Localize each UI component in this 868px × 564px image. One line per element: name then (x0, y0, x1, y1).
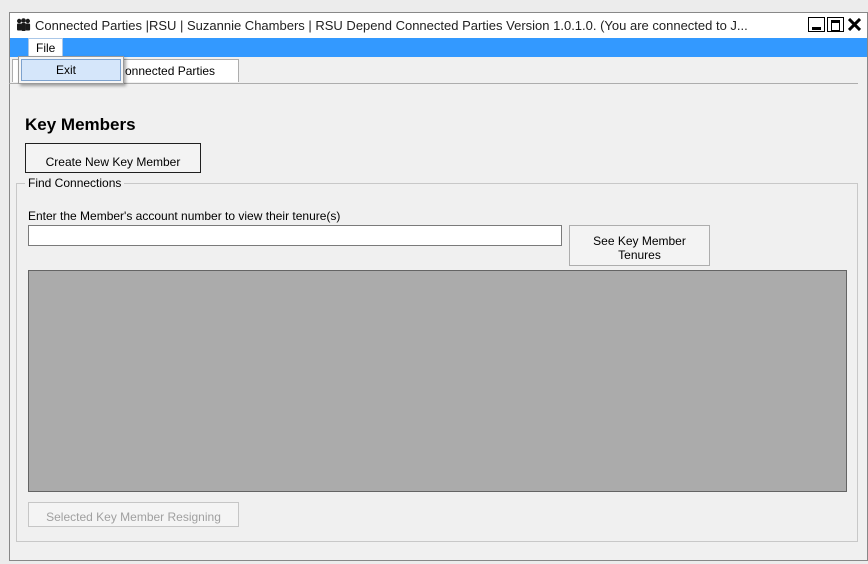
tenures-grid[interactable] (28, 270, 847, 492)
account-number-input[interactable] (28, 225, 562, 246)
window-title: Connected Parties |RSU | Suzannie Chambe… (35, 18, 748, 33)
file-dropdown-menu: Exit (18, 56, 124, 84)
see-button-line2: Tenures (618, 248, 661, 262)
maximize-icon[interactable] (827, 17, 844, 32)
account-number-prompt: Enter the Member's account number to vie… (28, 209, 341, 223)
menu-item-exit[interactable]: Exit (21, 59, 121, 81)
find-connections-legend: Find Connections (25, 176, 125, 190)
tab-page-border (9, 83, 858, 84)
see-button-line1: See Key Member (593, 234, 686, 248)
see-key-member-tenures-button[interactable]: See Key Member Tenures (569, 225, 710, 266)
create-new-key-member-button[interactable]: Create New Key Member (25, 143, 201, 173)
minimize-icon[interactable] (808, 17, 825, 32)
people-group-icon (16, 18, 31, 33)
close-icon[interactable] (846, 17, 863, 32)
title-bar[interactable]: Connected Parties |RSU | Suzannie Chambe… (10, 13, 867, 39)
menu-file[interactable]: File (28, 38, 63, 57)
page-title: Key Members (25, 115, 136, 134)
menu-bar: File (10, 38, 867, 57)
selected-key-member-resigning-button[interactable]: Selected Key Member Resigning (28, 502, 239, 527)
